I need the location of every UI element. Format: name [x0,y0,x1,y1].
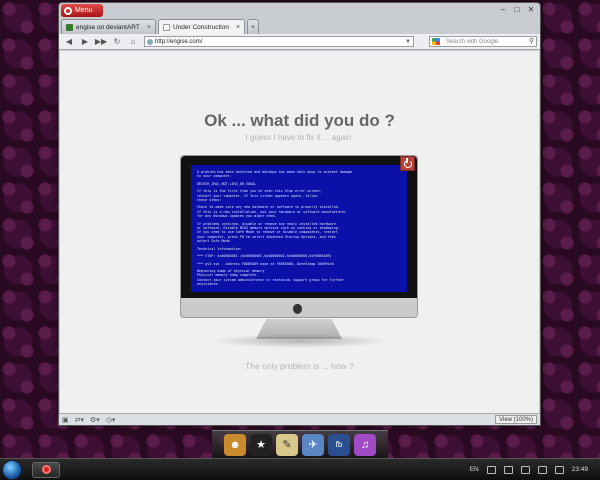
bsod-line: assistance. [197,282,220,287]
globe-icon [147,39,153,45]
status-bar: ▣ ⇄▾ ⚙▾ ◷▾ View (100%) [59,413,540,425]
monitor-bezel: A problem has been detected and Windows … [181,156,417,298]
title-bar: Menu – □ ✕ [59,3,540,19]
monitor-icon[interactable] [520,465,530,474]
maximize-icon[interactable]: □ [511,4,523,15]
new-tab-button[interactable]: + [247,19,260,34]
tab-deviantart[interactable]: engise on deviantART × [61,19,156,34]
notepad-icon[interactable]: ✎ [276,433,298,456]
bsod-screen: A problem has been detected and Windows … [191,165,407,292]
power-button[interactable] [400,156,415,171]
window-controls: – □ ✕ [497,4,537,15]
browser-window: Menu – □ ✕ engise on deviantART × Under … [58,2,541,426]
tab-label: engise on deviantART [76,23,140,31]
menu-label: Menu [75,7,93,14]
flag-icon[interactable] [554,465,564,474]
taskbar-opera-button[interactable] [32,461,60,478]
zoom-label: View (100%) [499,417,533,423]
tools-icon[interactable]: ✈ [302,433,324,456]
clock: 23:49 [571,466,588,473]
language-indicator[interactable]: EN [470,466,479,473]
home-icon[interactable]: ⌂ [126,36,140,48]
imac-monitor: A problem has been detected and Windows … [180,155,418,318]
tab-close-icon[interactable]: × [147,24,151,31]
back-icon[interactable]: ◀ [62,36,76,48]
usb-icon[interactable] [537,465,547,474]
reload-icon[interactable]: ↻ [110,36,124,48]
star-icon[interactable]: ★ [250,433,272,456]
search-input[interactable]: Search with Google ⚲ [429,36,537,47]
page-content: Ok ... what did you do ? I guess I have … [60,51,539,413]
zoom-control[interactable]: View (100%) [495,415,537,424]
facebook-icon[interactable]: fb [328,433,350,456]
minimize-icon[interactable]: – [497,4,509,15]
apple-logo-icon [293,304,302,314]
footer-text: The only problem is ... how ? [245,361,354,371]
search-placeholder: Search with Google [446,39,499,45]
fast-forward-icon[interactable]: ▶▶ [94,36,108,48]
finder-robot-icon[interactable]: ☻ [224,433,246,456]
forward-icon[interactable]: ▶ [78,36,92,48]
dock: ☻ ★ ✎ ✈ fb ♫ [212,430,388,458]
page-title: Ok ... what did you do ? [204,111,395,130]
itunes-icon[interactable]: ♫ [354,433,376,456]
search-icon[interactable]: ⚲ [529,37,534,47]
sync-icon[interactable]: ⇄▾ [75,416,84,424]
page-subtitle: I guess I have to fix it ... again. [245,133,354,142]
chevron-down-icon[interactable]: ▼ [405,37,411,47]
url-text: http://engise.com/ [155,39,203,45]
google-icon [432,38,440,45]
volume-icon[interactable] [503,465,513,474]
taskbar: EN 23:49 [0,458,600,480]
close-icon[interactable]: ✕ [525,4,537,15]
power-icon [403,157,412,168]
deviantart-favicon-icon [66,23,73,31]
tab-strip: engise on deviantART × Under Constructio… [61,19,260,34]
address-bar[interactable]: http://engise.com/ ▼ [144,36,414,47]
opera-menu-button[interactable]: Menu [61,4,103,17]
monitor-shadow [210,334,390,348]
system-tray: EN 23:49 [470,465,600,474]
turbo-icon[interactable]: ⚙▾ [90,416,100,424]
panel-toggle-icon[interactable]: ▣ [62,416,69,424]
tab-close-icon[interactable]: × [236,24,240,31]
opera-logo-icon [64,6,72,15]
navigation-toolbar: ◀ ▶ ▶▶ ↻ ⌂ http://engise.com/ ▼ Search w… [59,34,540,50]
tab-under-construction[interactable]: Under Construction × [157,19,246,34]
start-button[interactable] [2,459,22,480]
plus-icon: + [251,23,255,31]
opera-icon [41,465,51,474]
tab-label: Under Construction [172,23,229,31]
page-favicon-icon [162,23,170,31]
clock-icon[interactable]: ◷▾ [106,416,116,424]
network-icon[interactable] [486,465,496,474]
